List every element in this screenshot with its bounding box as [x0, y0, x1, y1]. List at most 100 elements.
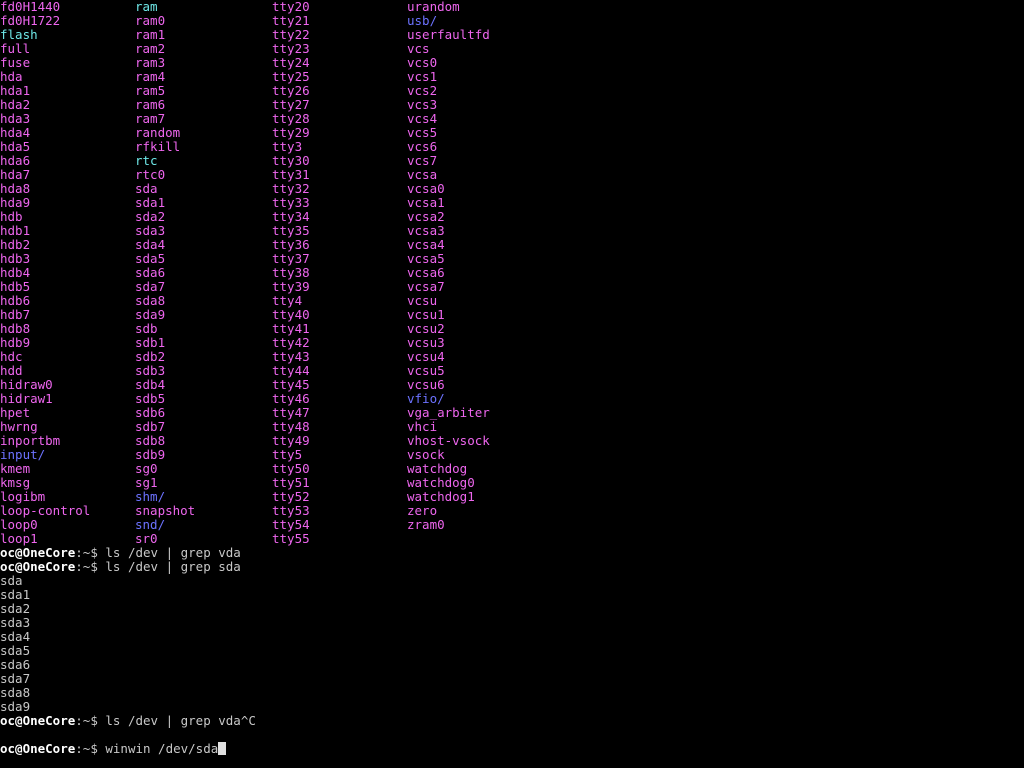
- device-entry: sg1: [135, 475, 158, 490]
- device-entry: tty3: [272, 139, 303, 154]
- session-history: oc@OneCore:~$ ls /dev | grep vda oc@OneCo…: [0, 546, 1024, 756]
- device-entry: vcsa4: [407, 237, 445, 252]
- device-entry: userfaultfd: [407, 27, 490, 42]
- device-entry: vcsa5: [407, 251, 445, 266]
- device-entry: tty52: [272, 489, 310, 504]
- active-prompt-line: oc@OneCore:~$ winwin /dev/sda: [0, 742, 1024, 756]
- device-entry: sda7: [135, 279, 166, 294]
- device-entry: tty51: [272, 475, 310, 490]
- device-entry: vcsa2: [407, 209, 445, 224]
- device-entry: vhost-vsock: [407, 433, 490, 448]
- device-entry: vcsu: [407, 293, 438, 308]
- device-entry: sda8: [135, 293, 166, 308]
- directory-entry: snd/: [135, 517, 166, 532]
- device-entry: tty41: [272, 321, 310, 336]
- output-line: sda9: [0, 699, 31, 714]
- prompt-cwd: :~$: [75, 545, 98, 560]
- device-entry: sdb4: [135, 377, 166, 392]
- device-entry: tty46: [272, 391, 310, 406]
- symlink-entry: flash: [0, 27, 38, 42]
- device-entry: vcs3: [407, 97, 438, 112]
- device-entry: sda4: [135, 237, 166, 252]
- device-entry: tty39: [272, 279, 310, 294]
- device-entry: sdb9: [135, 447, 166, 462]
- device-entry: hdd: [0, 363, 23, 378]
- device-entry: tty4: [272, 293, 303, 308]
- device-entry: tty40: [272, 307, 310, 322]
- prompt-user-host: oc@OneCore: [0, 713, 76, 728]
- device-entry: hdb5: [0, 279, 31, 294]
- device-entry: inportbm: [0, 433, 61, 448]
- device-entry: loop1: [0, 531, 38, 546]
- device-entry: urandom: [407, 0, 460, 14]
- device-entry: sg0: [135, 461, 158, 476]
- device-entry: vcsu3: [407, 335, 445, 350]
- device-entry: vcs7: [407, 153, 438, 168]
- device-entry: fd0H1440: [0, 0, 61, 14]
- device-entry: vsock: [407, 447, 445, 462]
- prompt-line: oc@OneCore:~$ ls /dev | grep vda: [0, 546, 1024, 560]
- device-entry: hda: [0, 69, 23, 84]
- listing-column: ram ram0 ram1 ram2 ram3 ram4 ram5 ram6 ram7 rando…: [135, 0, 195, 546]
- device-entry: tty27: [272, 97, 310, 112]
- device-entry: hpet: [0, 405, 31, 420]
- device-entry: vcsu6: [407, 377, 445, 392]
- terminal-screen[interactable]: fd0H1440 fd0H1722 flash full fuse hda hda1 hda2…: [0, 0, 1024, 768]
- device-entry: hdb1: [0, 223, 31, 238]
- device-entry: hwrng: [0, 419, 38, 434]
- command-text: ls /dev | grep sda: [97, 559, 241, 574]
- device-entry: tty25: [272, 69, 310, 84]
- device-entry: hdb9: [0, 335, 31, 350]
- device-entry: ram1: [135, 27, 166, 42]
- device-entry: hda6: [0, 153, 31, 168]
- device-entry: ram4: [135, 69, 166, 84]
- device-entry: hdb6: [0, 293, 31, 308]
- device-entry: sdb3: [135, 363, 166, 378]
- device-entry: hda3: [0, 111, 31, 126]
- device-entry: tty30: [272, 153, 310, 168]
- device-entry: watchdog1: [407, 489, 475, 504]
- device-entry: tty29: [272, 125, 310, 140]
- text-cursor: [218, 742, 227, 755]
- device-entry: vcsa1: [407, 195, 445, 210]
- dev-listing: fd0H1440 fd0H1722 flash full fuse hda hda1 hda2…: [0, 0, 1024, 546]
- device-entry: tty48: [272, 419, 310, 434]
- device-entry: watchdog0: [407, 475, 475, 490]
- device-entry: tty49: [272, 433, 310, 448]
- device-entry: tty42: [272, 335, 310, 350]
- device-entry: hdb4: [0, 265, 31, 280]
- device-entry: ram7: [135, 111, 166, 126]
- device-entry: hdb3: [0, 251, 31, 266]
- device-entry: kmem: [0, 461, 31, 476]
- device-entry: tty31: [272, 167, 310, 182]
- prompt-cwd: :~$: [75, 713, 98, 728]
- device-entry: loop-control: [0, 503, 91, 518]
- output-line: sda3: [0, 615, 31, 630]
- device-entry: tty34: [272, 209, 310, 224]
- device-entry: sdb: [135, 321, 158, 336]
- command-input[interactable]: winwin /dev/sda: [98, 741, 218, 756]
- device-entry: hdc: [0, 349, 23, 364]
- output-line: sda7: [0, 671, 31, 686]
- device-entry: ram2: [135, 41, 166, 56]
- device-entry: vcs1: [407, 69, 438, 84]
- device-entry: vcs4: [407, 111, 438, 126]
- device-entry: sda5: [135, 251, 166, 266]
- device-entry: fd0H1722: [0, 13, 61, 28]
- output-line: sda4: [0, 629, 31, 644]
- device-entry: tty44: [272, 363, 310, 378]
- device-entry: tty35: [272, 223, 310, 238]
- device-entry: zero: [407, 503, 438, 518]
- device-entry: hda2: [0, 97, 31, 112]
- device-entry: sdb1: [135, 335, 166, 350]
- device-entry: vcs: [407, 41, 430, 56]
- device-entry: tty23: [272, 41, 310, 56]
- device-entry: ram0: [135, 13, 166, 28]
- device-entry: vhci: [407, 419, 438, 434]
- output-line: sda5: [0, 643, 31, 658]
- device-entry: tty45: [272, 377, 310, 392]
- device-entry: rfkill: [135, 139, 181, 154]
- device-entry: tty55: [272, 531, 310, 546]
- prompt-user-host: oc@OneCore: [0, 559, 76, 574]
